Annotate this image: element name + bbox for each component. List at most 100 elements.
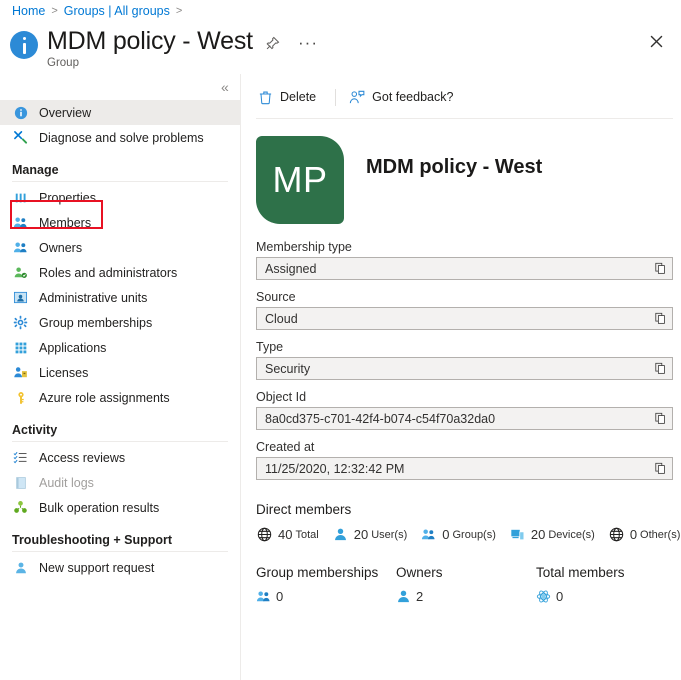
- column-group-memberships: Group memberships 0: [256, 565, 396, 604]
- device-icon: [509, 526, 526, 543]
- copy-icon[interactable]: [648, 308, 672, 329]
- sidebar-item-label: Diagnose and solve problems: [39, 130, 204, 145]
- sidebar-item-overview[interactable]: Overview: [0, 100, 240, 125]
- properties-icon: [12, 189, 29, 206]
- got-feedback-button[interactable]: Got feedback?: [347, 86, 461, 109]
- wrench-icon: [12, 129, 29, 146]
- field-label: Object Id: [256, 390, 307, 404]
- sidebar-item-audit-logs: Audit logs: [0, 470, 240, 495]
- column-count: 0: [276, 589, 284, 604]
- sidebar-item-azure-role-assignments[interactable]: Azure role assignments: [0, 385, 240, 410]
- field-box: Assigned: [256, 257, 673, 280]
- pin-icon[interactable]: [262, 33, 282, 53]
- sidebar-item-owners[interactable]: Owners: [0, 235, 240, 260]
- collapse-sidebar-button[interactable]: «: [221, 80, 229, 94]
- azure-portal-blade: Home > Groups | All groups > MDM policy …: [0, 0, 681, 680]
- sidebar-item-applications[interactable]: Applications: [0, 335, 240, 360]
- copy-icon[interactable]: [648, 358, 672, 379]
- audit-logs-icon: [12, 474, 29, 491]
- field-value: Assigned: [265, 261, 317, 276]
- admin-units-icon: [12, 289, 29, 306]
- copy-icon[interactable]: [648, 408, 672, 429]
- breadcrumb-item-groups[interactable]: Groups | All groups: [64, 4, 170, 18]
- field-type: Type Security: [256, 340, 681, 380]
- sidebar-item-roles-and-administrators[interactable]: Roles and administrators: [0, 260, 240, 285]
- sidebar-item-label: Audit logs: [39, 475, 94, 490]
- copy-icon[interactable]: [648, 458, 672, 479]
- sidebar-item-label: Group memberships: [39, 315, 153, 330]
- group-name: MDM policy - West: [366, 156, 543, 178]
- access-reviews-icon: [12, 449, 29, 466]
- field-label: Created at: [256, 440, 315, 454]
- title-actions: ···: [262, 33, 318, 53]
- breadcrumb-separator: >: [175, 5, 183, 17]
- column-count: 2: [416, 589, 424, 604]
- breadcrumb-separator: >: [51, 5, 58, 17]
- group-memberships-icon: [12, 314, 29, 331]
- sidebar-item-properties[interactable]: Properties: [0, 185, 240, 210]
- column-owners: Owners 2: [396, 565, 536, 604]
- sidebar-item-group-memberships[interactable]: Group memberships: [0, 310, 240, 335]
- sidebar-section-manage: Manage: [12, 163, 59, 177]
- field-membership-type: Membership type Assigned: [256, 240, 681, 280]
- field-box: 11/25/2020, 12:32:42 PM: [256, 457, 673, 480]
- owners-icon: [12, 239, 29, 256]
- sidebar-item-access-reviews[interactable]: Access reviews: [0, 445, 240, 470]
- sidebar-item-label: Roles and administrators: [39, 265, 178, 280]
- stat-label: User(s): [371, 528, 408, 541]
- atom-icon: [536, 589, 551, 604]
- summary-columns: Group memberships 0 Owners 2 Total membe…: [256, 565, 681, 604]
- delete-button[interactable]: Delete: [256, 86, 324, 109]
- stat-devices: 20 Device(s): [509, 526, 595, 543]
- bulk-operations-icon: [12, 499, 29, 516]
- stat-label: Other(s): [640, 528, 681, 541]
- applications-icon: [12, 339, 29, 356]
- user-icon: [396, 589, 411, 604]
- close-icon[interactable]: [645, 30, 667, 52]
- ellipsis-icon[interactable]: ···: [298, 34, 318, 51]
- avatar: MP: [256, 136, 344, 224]
- column-value: 0: [536, 589, 676, 604]
- toolbar-rule: [256, 118, 673, 119]
- field-value: Cloud: [265, 311, 298, 326]
- licenses-icon: [12, 364, 29, 381]
- column-value: 2: [396, 589, 536, 604]
- sidebar-item-label: Applications: [39, 340, 107, 355]
- sidebar-item-label: Properties: [39, 190, 96, 205]
- toolbar-separator: [335, 88, 337, 106]
- stat-count: 20: [530, 527, 546, 542]
- breadcrumb-item-home[interactable]: Home: [12, 4, 45, 18]
- sidebar-item-bulk-operation-results[interactable]: Bulk operation results: [0, 495, 240, 520]
- sidebar-section-activity: Activity: [12, 423, 58, 437]
- breadcrumb: Home > Groups | All groups >: [12, 4, 182, 18]
- roles-icon: [12, 264, 29, 281]
- sidebar-divider: [240, 74, 241, 680]
- sidebar-item-members[interactable]: Members: [0, 210, 240, 235]
- field-source: Source Cloud: [256, 290, 681, 330]
- stat-total: 40 Total: [256, 526, 319, 543]
- sidebar-item-licenses[interactable]: Licenses: [0, 360, 240, 385]
- sidebar-section-troubleshooting: Troubleshooting + Support: [12, 533, 173, 547]
- stat-label: Device(s): [548, 528, 595, 541]
- field-object-id: Object Id 8a0cd375-c701-42f4-b074-c54f70…: [256, 390, 681, 430]
- main-content: Delete Got feedback? MP MDM policy - Wes…: [256, 82, 681, 680]
- column-title: Owners: [396, 565, 443, 580]
- field-created-at: Created at 11/25/2020, 12:32:42 PM: [256, 440, 681, 480]
- sidebar-item-label: Administrative units: [39, 290, 148, 305]
- sidebar-item-label: Owners: [39, 240, 83, 255]
- sidebar-item-label: Members: [39, 215, 92, 230]
- column-count: 0: [556, 589, 564, 604]
- sidebar-item-diagnose-and-solve-problems[interactable]: Diagnose and solve problems: [0, 125, 240, 150]
- support-person-icon: [12, 559, 29, 576]
- stat-others: 0 Other(s): [608, 526, 681, 543]
- copy-icon[interactable]: [648, 258, 672, 279]
- stat-count: 20: [353, 527, 369, 542]
- field-box: 8a0cd375-c701-42f4-b074-c54f70a32da0: [256, 407, 673, 430]
- sidebar-item-administrative-units[interactable]: Administrative units: [0, 285, 240, 310]
- direct-members-title: Direct members: [256, 502, 352, 517]
- sidebar-item-new-support-request[interactable]: New support request: [0, 555, 240, 580]
- field-label: Membership type: [256, 240, 352, 254]
- page-subtitle: Group: [47, 57, 79, 69]
- stat-users: 20 User(s): [332, 526, 408, 543]
- stat-label: Total: [295, 528, 319, 541]
